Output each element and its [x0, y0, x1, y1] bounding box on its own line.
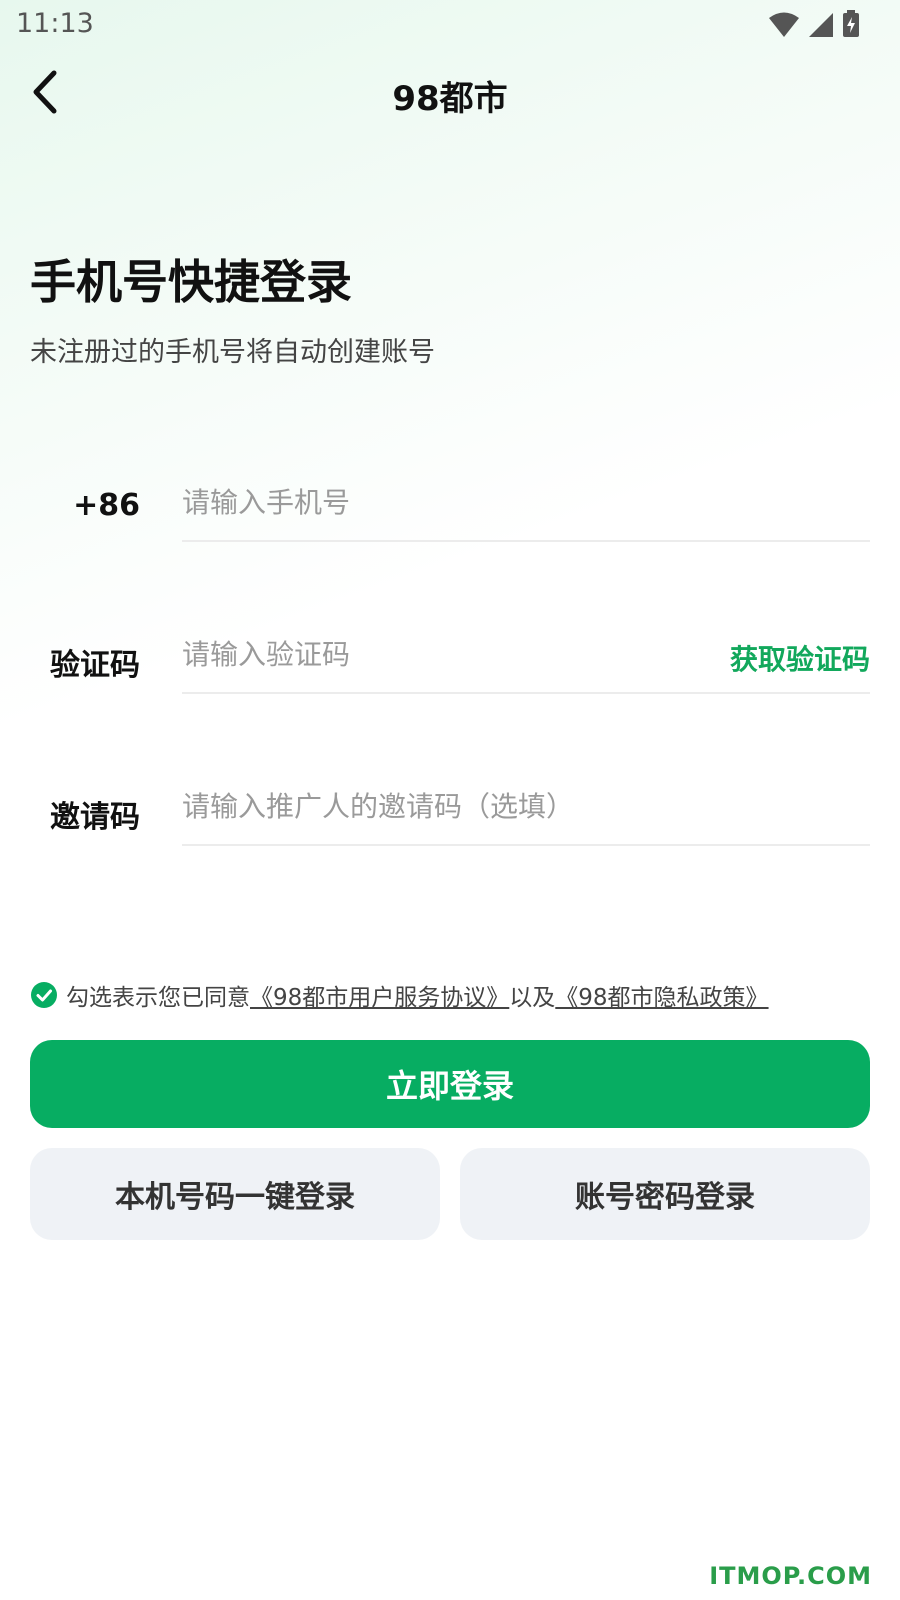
one-click-login-button[interactable]: 本机号码一键登录 — [30, 1148, 440, 1240]
phone-row: +86 — [0, 460, 900, 550]
code-input[interactable] — [182, 624, 702, 684]
login-subheading: 未注册过的手机号将自动创建账号 — [30, 337, 435, 368]
invite-underline — [182, 844, 870, 846]
page-title: 98都市 — [392, 79, 508, 119]
login-heading: 手机号快捷登录 — [30, 255, 352, 309]
status-icons — [768, 10, 860, 38]
invite-input[interactable] — [182, 776, 842, 836]
code-row: 验证码 获取验证码 — [0, 612, 900, 702]
wifi-icon — [769, 12, 799, 37]
watermark: ITMOP.COM — [709, 1562, 872, 1590]
battery-icon — [843, 10, 859, 37]
country-code-label: +86 — [73, 488, 140, 523]
login-screen: 11:13 98都市 手机号快捷登录 未注册过的手机号将自动创建账号 +86 请… — [0, 0, 900, 1600]
status-bar: 11:13 — [0, 0, 900, 50]
phone-input[interactable] — [182, 472, 842, 532]
code-label: 验证码 — [50, 648, 140, 683]
get-code-button[interactable]: 获取验证码 — [730, 638, 870, 678]
agreement-row: 勾选表示您已同意 《98都市用户服务协议》 以及 《98都市隐私政策》 — [30, 978, 769, 1012]
password-login-button[interactable]: 账号密码登录 — [460, 1148, 870, 1240]
login-button[interactable]: 立即登录 — [30, 1040, 870, 1128]
invite-label: 邀请码 — [50, 800, 140, 835]
agreement-prefix: 勾选表示您已同意 — [66, 985, 250, 1011]
invite-row: 邀请码 — [0, 764, 900, 854]
service-agreement-link[interactable]: 《98都市用户服务协议》 — [250, 978, 509, 1012]
agreement-connector: 以及 — [509, 985, 556, 1011]
phone-underline — [182, 540, 870, 542]
code-underline — [182, 692, 870, 694]
status-time: 11:13 — [16, 8, 94, 39]
signal-icon — [809, 13, 833, 37]
checkbox-checked-icon[interactable] — [30, 981, 58, 1009]
privacy-policy-link[interactable]: 《98都市隐私政策》 — [555, 978, 768, 1012]
nav-bar: 98都市 — [0, 55, 900, 135]
